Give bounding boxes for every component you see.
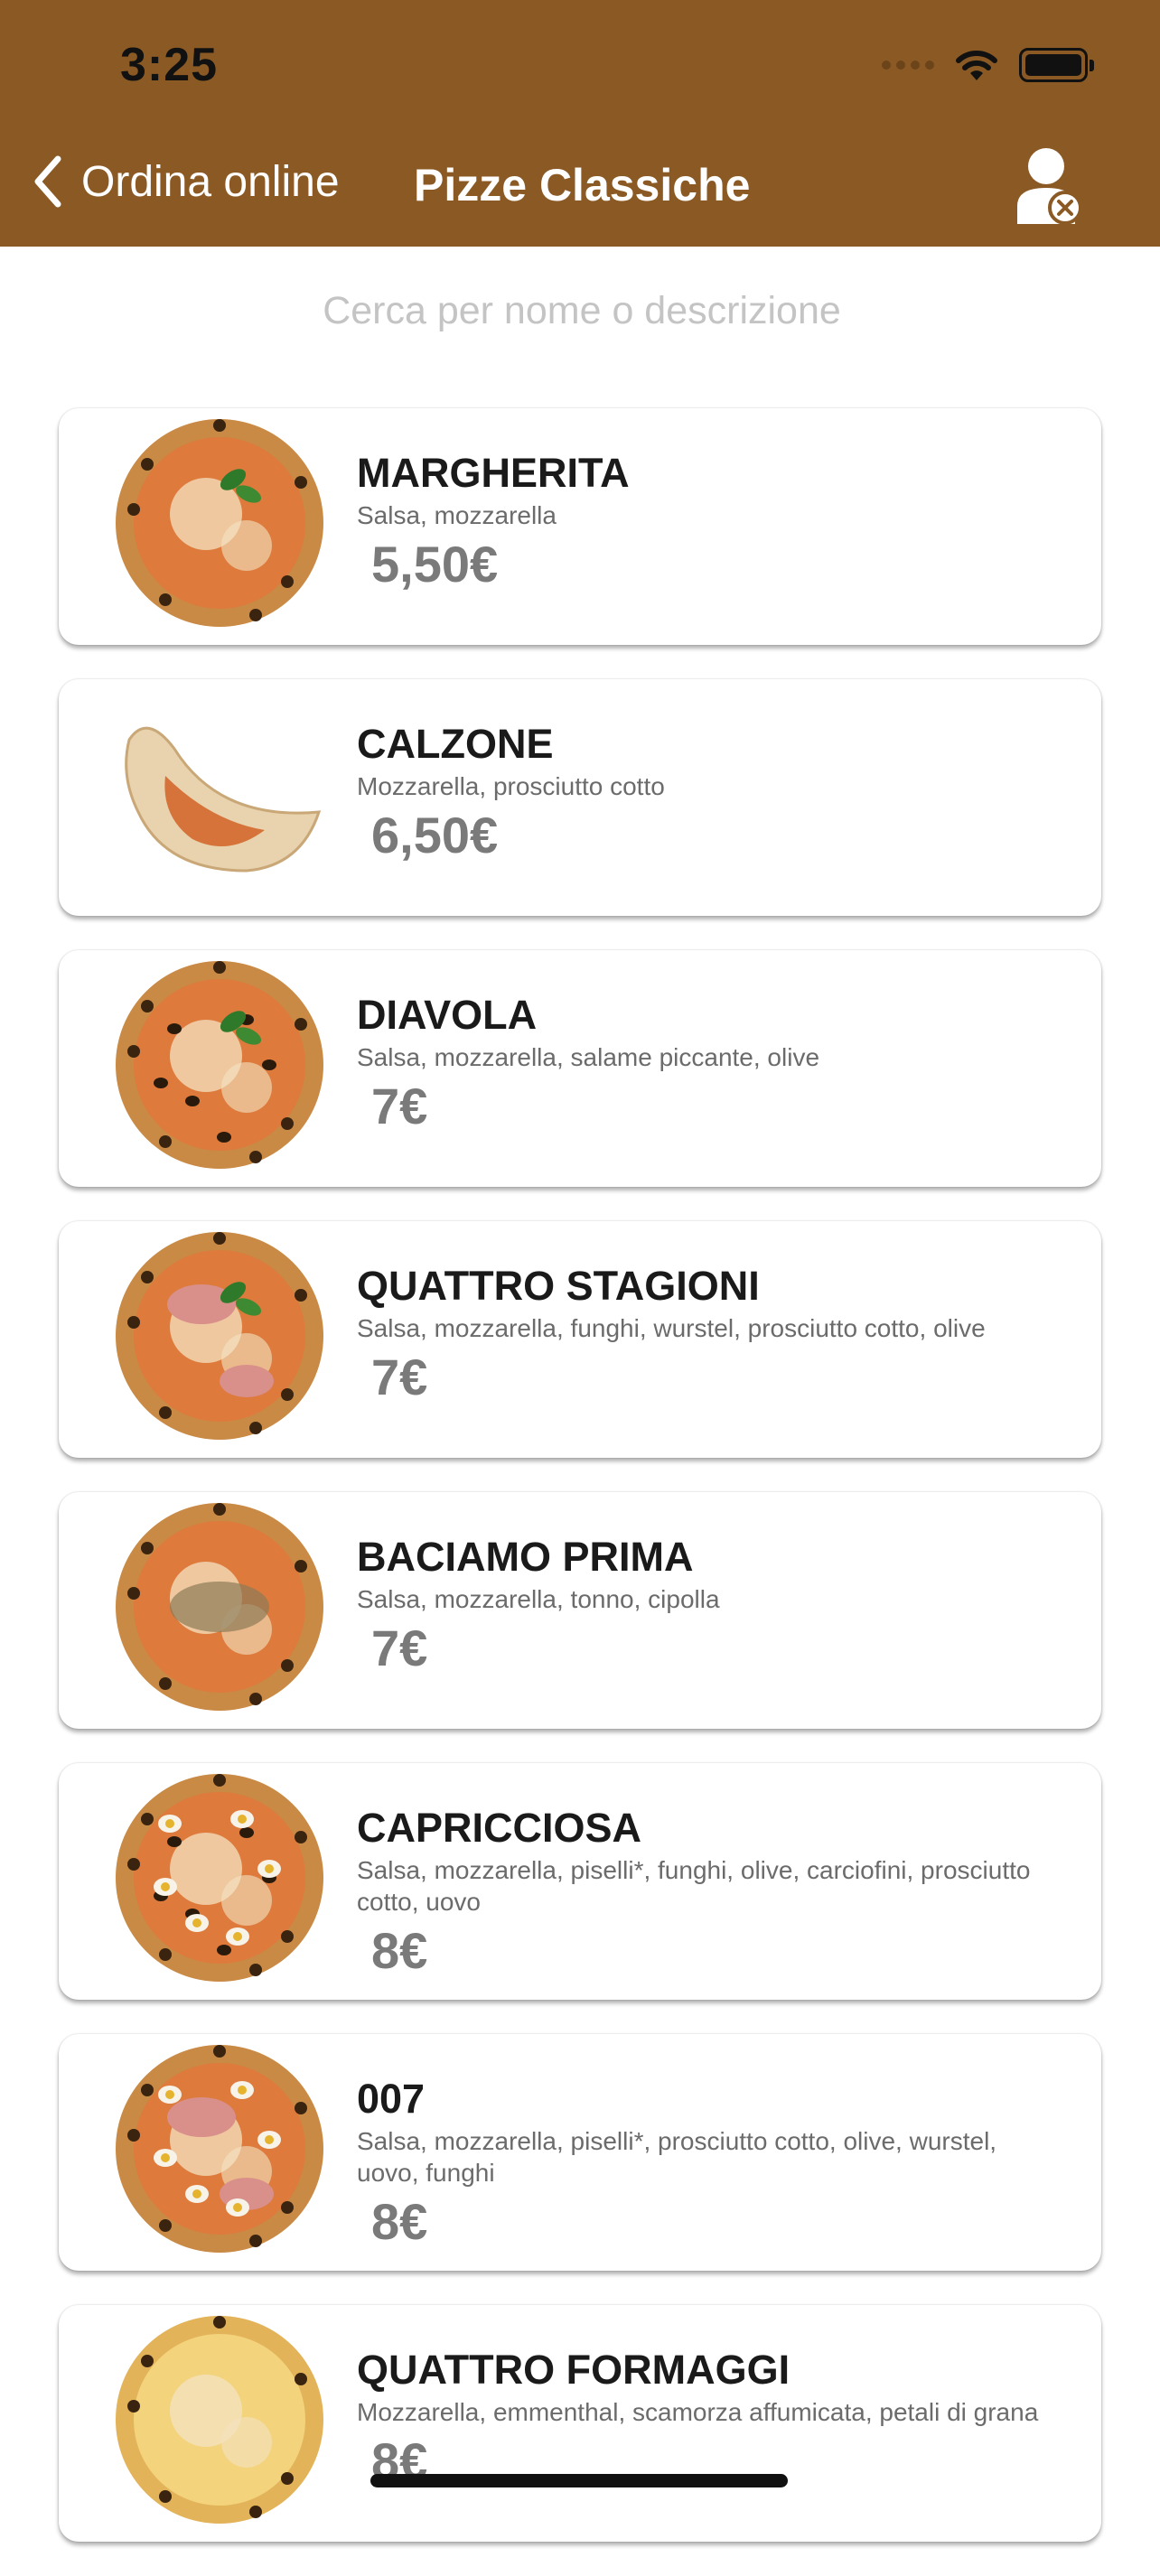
- cellular-signal-icon: [882, 61, 934, 70]
- product-card-1[interactable]: MARGHERITA Salsa, mozzarella 5,50€: [59, 408, 1101, 645]
- product-description: Salsa, mozzarella: [357, 501, 557, 530]
- pizza-image: [125, 726, 322, 873]
- product-price: 8€: [371, 2193, 428, 2251]
- product-card-6[interactable]: CAPRICCIOSA Salsa, mozzarella, piselli*,…: [59, 1763, 1101, 2000]
- product-price: 7€: [371, 1619, 428, 1677]
- product-description: Salsa, mozzarella, funghi, wurstel, pros…: [357, 1314, 986, 1343]
- product-info: CAPRICCIOSA Salsa, mozzarella, piselli*,…: [357, 1806, 1047, 1979]
- product-description: Mozzarella, prosciutto cotto: [357, 772, 665, 801]
- product-name: DIAVOLA: [357, 992, 538, 1038]
- product-price: 6,50€: [371, 807, 499, 864]
- page-title: Pizze Classiche: [414, 160, 751, 210]
- product-info: DIAVOLA Salsa, mozzarella, salame piccan…: [357, 994, 1047, 1134]
- product-card-8[interactable]: QUATTRO FORMAGGI Mozzarella, emmenthal, …: [59, 2305, 1101, 2542]
- product-description: Mozzarella, emmenthal, scamorza affumica…: [357, 2398, 1039, 2427]
- product-price: 8€: [371, 1922, 428, 1980]
- product-card-5[interactable]: BACIAMO PRIMA Salsa, mozzarella, tonno, …: [59, 1492, 1101, 1729]
- product-info: CALZONE Mozzarella, prosciutto cotto 6,5…: [357, 723, 1047, 863]
- product-price: 7€: [371, 1078, 428, 1135]
- pizza-image: [116, 1774, 323, 1982]
- chevron-left-icon: [34, 155, 61, 208]
- product-info: QUATTRO FORMAGGI Mozzarella, emmenthal, …: [357, 2348, 1047, 2489]
- product-name: BACIAMO PRIMA: [357, 1534, 694, 1580]
- back-button[interactable]: Ordina online: [33, 155, 340, 208]
- product-name: CAPRICCIOSA: [357, 1805, 642, 1851]
- product-name: QUATTRO STAGIONI: [357, 1263, 760, 1309]
- battery-icon: [1019, 48, 1094, 82]
- product-info: BACIAMO PRIMA Salsa, mozzarella, tonno, …: [357, 1535, 1047, 1676]
- product-price: 7€: [371, 1349, 428, 1406]
- pizza-image: [116, 2045, 323, 2253]
- product-card-3[interactable]: DIAVOLA Salsa, mozzarella, salame piccan…: [59, 950, 1101, 1187]
- pizza-image: [116, 961, 323, 1169]
- product-description: Salsa, mozzarella, salame piccante, oliv…: [357, 1043, 820, 1072]
- product-name: QUATTRO FORMAGGI: [357, 2347, 790, 2393]
- product-info: QUATTRO STAGIONI Salsa, mozzarella, fung…: [357, 1265, 1047, 1405]
- wifi-icon: [956, 51, 997, 80]
- product-description: Salsa, mozzarella, tonno, cipolla: [357, 1585, 720, 1614]
- nav-header: 3:25 Ordina online Pizze Classiche: [0, 0, 1160, 247]
- user-remove-icon[interactable]: [1015, 146, 1086, 226]
- pizza-image: [116, 1503, 323, 1711]
- product-price: 5,50€: [371, 536, 499, 593]
- search-input[interactable]: [0, 247, 1160, 375]
- product-card-7[interactable]: 007 Salsa, mozzarella, piselli*, prosciu…: [59, 2034, 1101, 2271]
- pizza-image: [116, 2316, 323, 2524]
- product-description: Salsa, mozzarella, piselli*, funghi, oli…: [357, 1856, 1031, 1917]
- pizza-image: [116, 419, 323, 627]
- product-description: Salsa, mozzarella, piselli*, prosciutto …: [357, 2127, 997, 2188]
- pizza-image: [116, 1232, 323, 1440]
- status-time: 3:25: [120, 39, 219, 91]
- product-name: MARGHERITA: [357, 450, 630, 496]
- product-name: CALZONE: [357, 721, 554, 767]
- product-list: MARGHERITA Salsa, mozzarella 5,50€ CALZO…: [59, 408, 1101, 2576]
- status-icons: [882, 45, 1094, 85]
- product-info: 007 Salsa, mozzarella, piselli*, prosciu…: [357, 2077, 1047, 2250]
- home-indicator[interactable]: [370, 2474, 788, 2487]
- back-button-label: Ordina online: [81, 157, 340, 206]
- product-card-4[interactable]: QUATTRO STAGIONI Salsa, mozzarella, fung…: [59, 1221, 1101, 1458]
- product-info: MARGHERITA Salsa, mozzarella 5,50€: [357, 452, 1047, 593]
- product-card-2[interactable]: CALZONE Mozzarella, prosciutto cotto 6,5…: [59, 679, 1101, 916]
- product-name: 007: [357, 2076, 426, 2122]
